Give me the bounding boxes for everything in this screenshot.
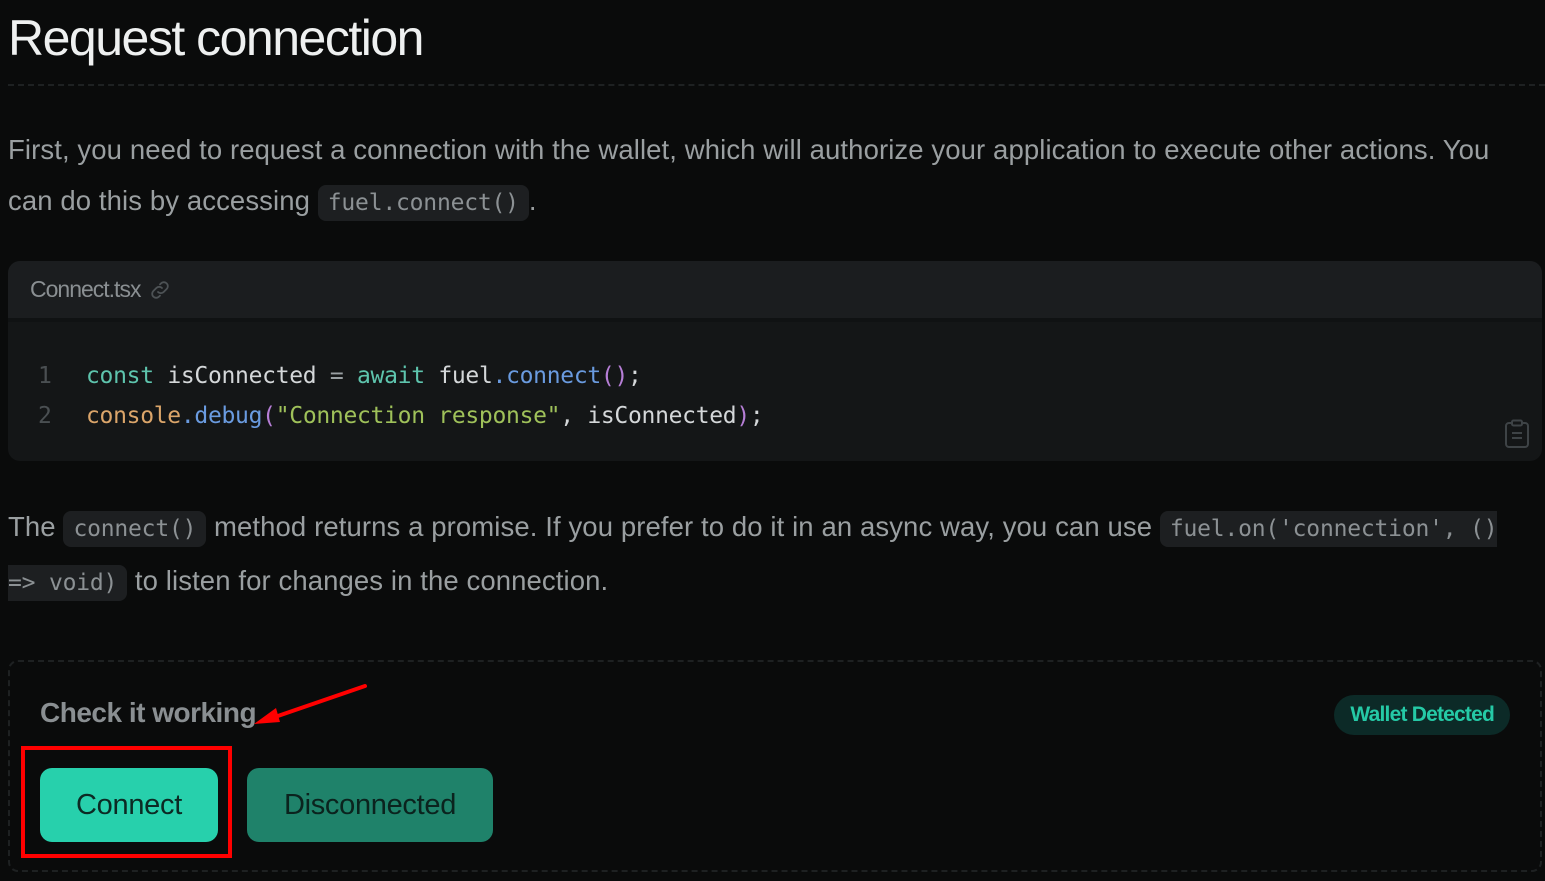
code-token: ;	[749, 403, 764, 429]
link-icon[interactable]	[148, 278, 172, 302]
connection-status-button[interactable]: Disconnected	[247, 768, 493, 842]
code-token: console	[86, 403, 181, 429]
line-number: 2	[38, 403, 52, 429]
code-line: 1 const isConnected = await fuel.connect(…	[8, 356, 1542, 396]
demo-title: Check it working	[40, 697, 257, 728]
code-token: isConnected	[167, 363, 317, 389]
explanation-text: The	[8, 511, 64, 542]
explanation-text: method returns a promise. If you prefer …	[206, 511, 1160, 542]
code-token: const	[86, 363, 154, 389]
code-token: ()	[600, 363, 629, 389]
code-token: =	[316, 363, 357, 389]
code-token: await	[357, 363, 425, 389]
code-content: console.debug("Connection response", isC…	[86, 396, 764, 436]
code-token: )	[736, 403, 750, 429]
code-content: const isConnected = await fuel.connect()…	[86, 356, 642, 396]
intro-paragraph: First, you need to request a connection …	[8, 124, 1505, 229]
code-token: (	[262, 403, 276, 429]
code-token: ;	[628, 363, 642, 389]
page-title: Request connection	[8, 10, 424, 66]
intro-text: First, you need to request a connection …	[8, 134, 1490, 216]
code-body: 1 const isConnected = await fuel.connect(…	[8, 322, 1542, 436]
explanation-paragraph: The connect() method returns a promise. …	[8, 501, 1505, 609]
clipboard-icon[interactable]	[1504, 419, 1530, 449]
explanation-text: to listen for changes in the connection.	[127, 565, 609, 596]
inline-code-connect: connect()	[63, 511, 207, 547]
title-divider	[8, 84, 1545, 86]
code-token: .	[492, 363, 507, 389]
code-token: fuel	[438, 363, 493, 389]
intro-text-end: .	[528, 185, 537, 216]
code-token: debug	[194, 403, 263, 429]
inline-code-fuel-connect: fuel.connect()	[317, 185, 529, 221]
code-token: "Connection response"	[275, 403, 561, 429]
annotation-highlight-box	[21, 746, 232, 858]
code-block-header: Connect.tsx	[8, 261, 1542, 322]
code-token: isConnected	[587, 403, 737, 429]
code-token: ,	[560, 403, 588, 429]
code-filename: Connect.tsx	[30, 276, 141, 302]
code-token: .	[180, 403, 195, 429]
line-number: 1	[38, 363, 52, 389]
demo-panel: Check it working Wallet Detected Connect…	[8, 660, 1542, 872]
code-line: 2 console.debug("Connection response", is…	[8, 396, 1542, 436]
annotation-arrow-icon	[254, 684, 367, 724]
code-block: Connect.tsx 1 const isConnected = await f…	[8, 261, 1542, 461]
code-token: connect	[506, 363, 601, 389]
wallet-status-badge: Wallet Detected	[1334, 695, 1510, 735]
